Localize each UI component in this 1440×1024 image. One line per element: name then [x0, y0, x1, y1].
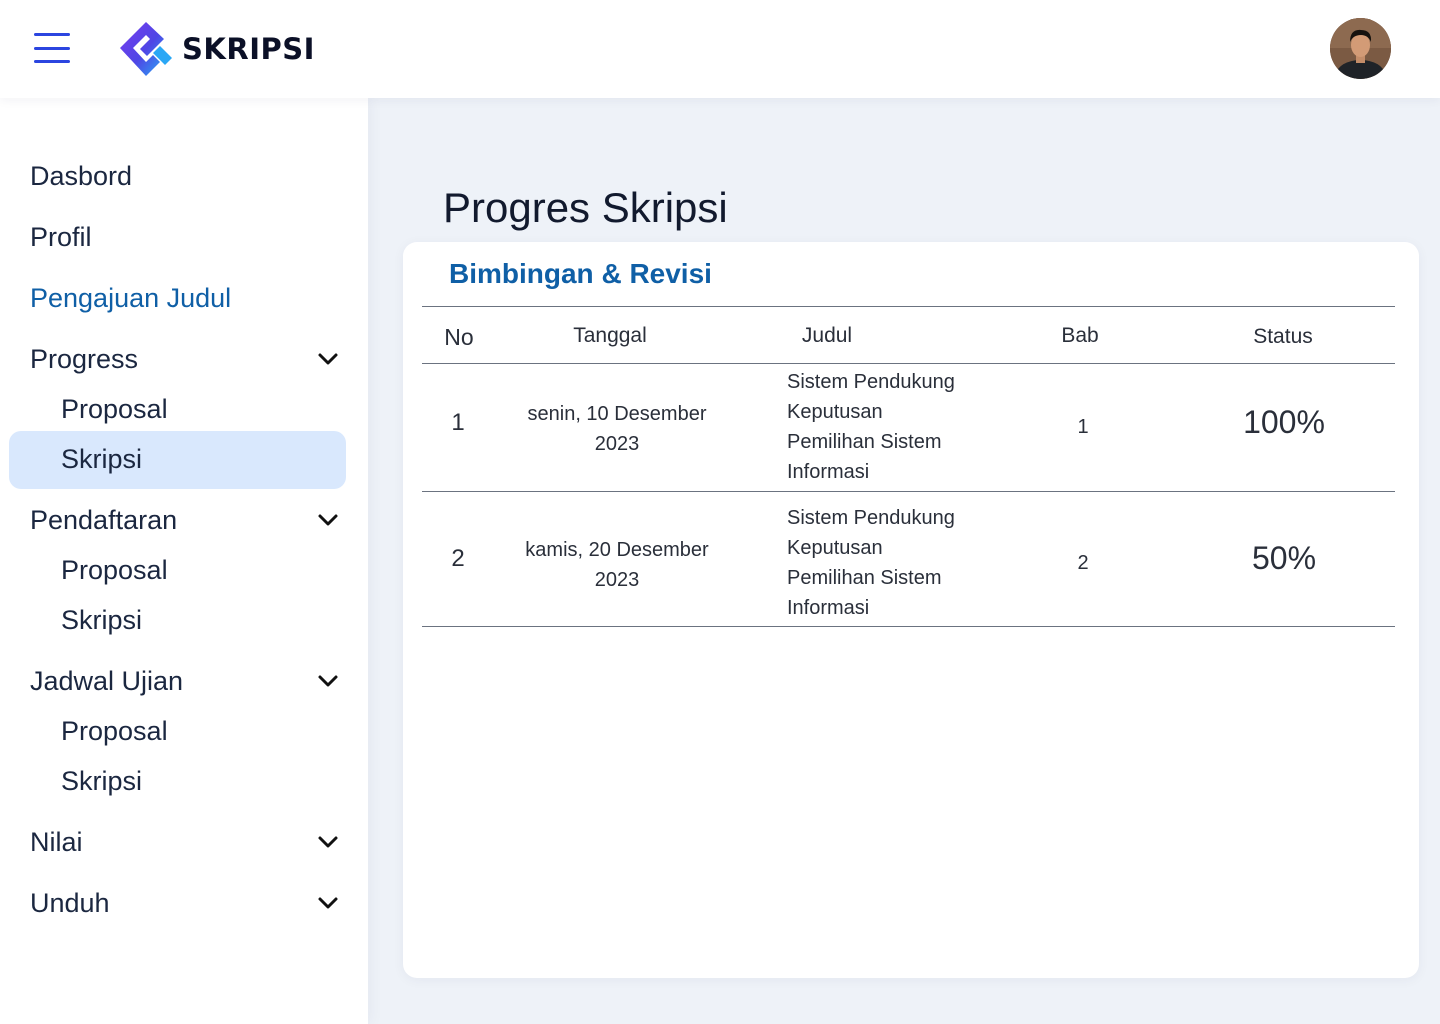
logo-mark-icon: [120, 22, 172, 76]
sidebar-subitem-label: Skripsi: [61, 604, 143, 635]
sidebar-item-label: Dasbord: [30, 160, 133, 191]
sidebar-item-pendaftaran[interactable]: Pendaftaran: [30, 500, 346, 540]
sidebar-item-label: Nilai: [30, 826, 83, 857]
sidebar-item-label: Progress: [30, 343, 139, 374]
top-header: SKRIPSI: [0, 0, 1440, 98]
judul-line: Informasi: [787, 597, 870, 619]
sidebar-item-progress[interactable]: Progress: [30, 339, 346, 379]
sidebar-subitem-pendaftaran-proposal[interactable]: Proposal: [61, 550, 168, 590]
column-header-tanggal: Tanggal: [573, 324, 647, 347]
chevron-down-icon[interactable]: [316, 891, 340, 915]
sidebar-item-jadwal-ujian[interactable]: Jadwal Ujian: [30, 661, 346, 701]
app-logo[interactable]: SKRIPSI: [116, 20, 315, 78]
table-divider: [422, 626, 1395, 627]
sidebar-subitem-progress-skripsi[interactable]: Skripsi: [61, 439, 142, 479]
sidebar-subitem-label: Proposal: [61, 715, 168, 746]
sidebar-subitem-label: Proposal: [61, 393, 168, 424]
hamburger-menu-icon[interactable]: [34, 33, 70, 63]
table-divider: [422, 306, 1395, 307]
judul-line: Informasi: [787, 461, 870, 483]
sidebar-item-profil[interactable]: Profil: [30, 217, 346, 257]
sidebar-item-label: Unduh: [30, 887, 110, 918]
table-cell-bab: 1: [1077, 416, 1089, 438]
chevron-down-icon[interactable]: [316, 508, 340, 532]
column-header-no: No: [444, 324, 474, 350]
sidebar-item-label: Pendaftaran: [30, 504, 178, 535]
sidebar-subitem-jadwal-skripsi[interactable]: Skripsi: [61, 761, 142, 801]
judul-line: Keputusan: [787, 401, 883, 423]
sidebar-item-label: Pengajuan Judul: [30, 282, 232, 313]
tanggal-line: 2023: [594, 569, 640, 591]
column-header-bab: Bab: [1061, 324, 1099, 347]
table-cell-tanggal: kamis, 20 Desember 2023: [499, 535, 735, 595]
sidebar: Dasbord Profil Pengajuan Judul Progress …: [0, 98, 368, 1024]
sidebar-subitem-label: Proposal: [61, 554, 168, 585]
table-cell-judul: Sistem Pendukung Keputusan Pemilihan Sis…: [787, 367, 1027, 487]
user-avatar[interactable]: [1330, 18, 1391, 79]
table-cell-bab: 2: [1077, 552, 1089, 574]
table-divider: [422, 363, 1395, 364]
tanggal-line: senin, 10 Desember: [527, 403, 707, 425]
table-cell-status: 50%: [1251, 540, 1317, 576]
avatar-image: [1330, 18, 1391, 79]
sidebar-item-unduh[interactable]: Unduh: [30, 883, 346, 923]
sidebar-item-label: Profil: [30, 221, 92, 252]
table-cell-status: 100%: [1243, 404, 1325, 440]
table-divider: [422, 491, 1395, 492]
tanggal-line: 2023: [594, 433, 640, 455]
table-cell-no: 2: [451, 545, 465, 572]
judul-line: Pemilihan Sistem: [787, 567, 942, 589]
sidebar-item-pengajuan-judul[interactable]: Pengajuan Judul: [30, 278, 346, 318]
logo-text: SKRIPSI: [182, 32, 315, 66]
sidebar-subitem-label: Skripsi: [61, 765, 143, 796]
sidebar-item-nilai[interactable]: Nilai: [30, 822, 346, 862]
judul-line: Sistem Pendukung: [787, 371, 955, 393]
page-title: Progres Skripsi: [443, 184, 728, 231]
judul-line: Pemilihan Sistem: [787, 431, 942, 453]
tanggal-line: kamis, 20 Desember: [525, 539, 709, 561]
progress-card: Bimbingan & Revisi No Tanggal Judul Bab …: [403, 242, 1419, 978]
sidebar-item-label: Jadwal Ujian: [30, 665, 184, 696]
card-title: Bimbingan & Revisi: [449, 258, 712, 289]
column-header-judul: Judul: [801, 324, 853, 347]
chevron-down-icon[interactable]: [316, 347, 340, 371]
judul-line: Keputusan: [787, 537, 883, 559]
sidebar-subitem-pendaftaran-skripsi[interactable]: Skripsi: [61, 600, 142, 640]
table-cell-judul: Sistem Pendukung Keputusan Pemilihan Sis…: [787, 503, 1027, 623]
chevron-down-icon[interactable]: [316, 830, 340, 854]
column-header-status: Status: [1253, 325, 1313, 348]
chevron-down-icon[interactable]: [316, 669, 340, 693]
table-cell-tanggal: senin, 10 Desember 2023: [499, 399, 735, 459]
sidebar-subitem-progress-proposal[interactable]: Proposal: [61, 389, 168, 429]
sidebar-subitem-jadwal-proposal[interactable]: Proposal: [61, 711, 168, 751]
sidebar-item-dasbord[interactable]: Dasbord: [30, 156, 346, 196]
sidebar-subitem-label: Skripsi: [61, 443, 143, 474]
table-cell-no: 1: [451, 409, 465, 436]
sidebar-active-highlight: [9, 431, 346, 489]
judul-line: Sistem Pendukung: [787, 507, 955, 529]
